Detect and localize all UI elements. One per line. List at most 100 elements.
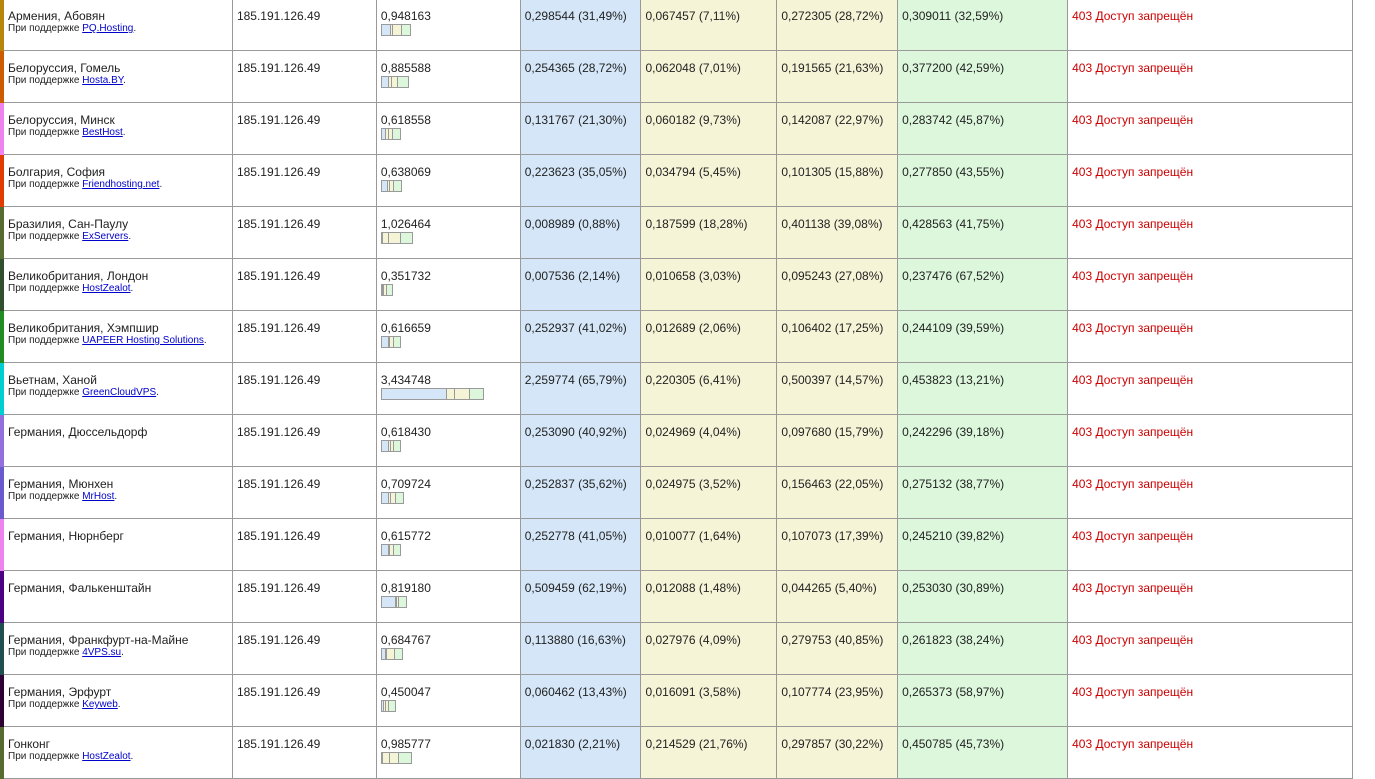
support-label: При поддержке	[8, 75, 83, 86]
total-time: 0,684767	[380, 633, 431, 647]
connect-time: 0,016091 (3,58%)	[645, 685, 741, 699]
download-cell: 0,283742 (45,87%)	[897, 102, 1069, 155]
dns-cell: 0,254365 (28,72%)	[519, 50, 642, 103]
provider-link[interactable]: HostZealot	[82, 283, 130, 294]
connect-cell: 0,220305 (6,41%)	[640, 362, 778, 415]
timing-bar-dns	[381, 389, 448, 399]
total-cell: 0,684767	[375, 622, 521, 675]
timing-bar	[380, 388, 484, 400]
provider-link[interactable]: MrHost	[82, 491, 114, 502]
timing-bar-download	[398, 77, 408, 87]
result-cell: 403 Доступ запрещён	[1067, 362, 1353, 415]
http-status: 403 Доступ запрещён	[1072, 633, 1194, 647]
total-cell: 0,616659	[375, 310, 521, 363]
result-cell: 403 Доступ запрещён	[1067, 154, 1353, 207]
timing-bar-ttfb	[393, 25, 402, 35]
timing-bar	[380, 336, 401, 348]
connect-time: 0,024975 (3,52%)	[645, 477, 741, 491]
timing-bar-download	[393, 545, 400, 555]
provider-link[interactable]: Friendhosting.net	[82, 179, 159, 190]
download-cell: 0,309011 (32,59%)	[897, 0, 1069, 51]
location-name: Великобритания, Лондон	[8, 269, 149, 283]
total-time: 0,985777	[380, 737, 431, 751]
provider-link[interactable]: ExServers	[82, 231, 128, 242]
provider-link[interactable]: 4VPS.su	[82, 647, 121, 658]
timing-bar-dns	[381, 597, 396, 607]
timing-bar	[380, 544, 401, 556]
ip-address: 185.191.126.49	[236, 529, 321, 543]
connect-time: 0,010658 (3,03%)	[645, 269, 741, 283]
dns-cell: 0,298544 (31,49%)	[519, 0, 642, 51]
connect-cell: 0,024969 (4,04%)	[640, 414, 778, 467]
timing-bar-ttfb	[390, 753, 399, 763]
location-name: Германия, Нюрнберг	[8, 529, 124, 543]
table-row: Болгария, София При поддержке Friendhosti…	[0, 154, 1353, 207]
ip-cell: 185.191.126.49	[231, 206, 377, 259]
timing-bar	[380, 232, 413, 244]
connect-time: 0,027976 (4,09%)	[645, 633, 741, 647]
download-time: 0,245210 (39,82%)	[902, 529, 1005, 543]
location-cell: Гонконг При поддержке HostZealot.	[0, 726, 233, 779]
result-cell: 403 Доступ запрещён	[1067, 674, 1353, 727]
timing-bar	[380, 700, 396, 712]
dns-time: 0,253090 (40,92%)	[524, 425, 627, 439]
timing-bar	[380, 76, 409, 88]
timing-bar-download	[392, 129, 400, 139]
timing-bar-ttfb	[454, 389, 470, 399]
download-time: 0,450785 (45,73%)	[902, 737, 1005, 751]
download-cell: 0,244109 (39,59%)	[897, 310, 1069, 363]
provider-link[interactable]: GreenCloudVPS	[82, 387, 156, 398]
table-body: Армения, Абовян При поддержке PQ.Hosting.…	[0, 0, 1353, 779]
dns-time: 2,259774 (65,79%)	[524, 373, 627, 387]
total-time: 0,351732	[380, 269, 431, 283]
location-name: Болгария, София	[8, 165, 106, 179]
ip-cell: 185.191.126.49	[231, 258, 377, 311]
timing-bar-download	[393, 441, 400, 451]
ip-cell: 185.191.126.49	[231, 674, 377, 727]
dns-cell: 0,252937 (41,02%)	[519, 310, 642, 363]
check-results-table: Армения, Абовян При поддержке PQ.Hosting.…	[0, 0, 1353, 779]
support-note: При поддержке HostZealot.	[8, 751, 134, 762]
support-label: При поддержке	[8, 647, 83, 658]
table-row: Белоруссия, Гомель При поддержке Hosta.BY…	[0, 50, 1353, 103]
table-row: Гонконг При поддержке HostZealot. 185.191…	[0, 726, 1353, 779]
connect-time: 0,012088 (1,48%)	[645, 581, 741, 595]
download-cell: 0,261823 (38,24%)	[897, 622, 1069, 675]
location-cell: Белоруссия, Минск При поддержке BestHost.	[0, 102, 233, 155]
timing-bar-dns	[381, 181, 389, 191]
download-time: 0,242296 (39,18%)	[902, 425, 1005, 439]
ttfb-cell: 0,044265 (5,40%)	[776, 570, 899, 623]
result-cell: 403 Доступ запрещён	[1067, 102, 1353, 155]
location-name: Германия, Мюнхен	[8, 477, 114, 491]
support-note: При поддержке GreenCloudVPS.	[8, 387, 159, 398]
timing-bar-ttfb	[387, 649, 396, 659]
timing-bar-connect	[383, 753, 391, 763]
total-time: 0,615772	[380, 529, 431, 543]
table-row: Германия, Нюрнберг 185.191.126.49 0,6157…	[0, 518, 1353, 571]
download-time: 0,453823 (13,21%)	[902, 373, 1005, 387]
download-cell: 0,237476 (67,52%)	[897, 258, 1069, 311]
connect-cell: 0,060182 (9,73%)	[640, 102, 778, 155]
location-cell: Германия, Франкфурт-на-Майне При поддержк…	[0, 622, 233, 675]
ip-cell: 185.191.126.49	[231, 0, 377, 51]
result-cell: 403 Доступ запрещён	[1067, 258, 1353, 311]
timing-bar-download	[395, 649, 402, 659]
provider-link[interactable]: BestHost	[82, 127, 123, 138]
http-status: 403 Доступ запрещён	[1072, 165, 1194, 179]
provider-link[interactable]: HostZealot	[82, 751, 130, 762]
timing-bar-download	[401, 25, 410, 35]
provider-link[interactable]: Hosta.BY	[82, 75, 123, 86]
ip-cell: 185.191.126.49	[231, 726, 377, 779]
timing-bar-download	[393, 181, 401, 191]
location-name: Армения, Абовян	[8, 9, 106, 23]
support-note: При поддержке Hosta.BY.	[8, 75, 126, 86]
ip-address: 185.191.126.49	[236, 321, 321, 335]
provider-link[interactable]: PQ.Hosting	[82, 23, 133, 34]
connect-cell: 0,016091 (3,58%)	[640, 674, 778, 727]
connect-cell: 0,012689 (2,06%)	[640, 310, 778, 363]
ttfb-cell: 0,156463 (22,05%)	[776, 466, 899, 519]
provider-link[interactable]: Keyweb	[82, 699, 118, 710]
connect-time: 0,214529 (21,76%)	[645, 737, 748, 751]
provider-link[interactable]: UAPEER Hosting Solutions	[82, 335, 204, 346]
connect-cell: 0,012088 (1,48%)	[640, 570, 778, 623]
